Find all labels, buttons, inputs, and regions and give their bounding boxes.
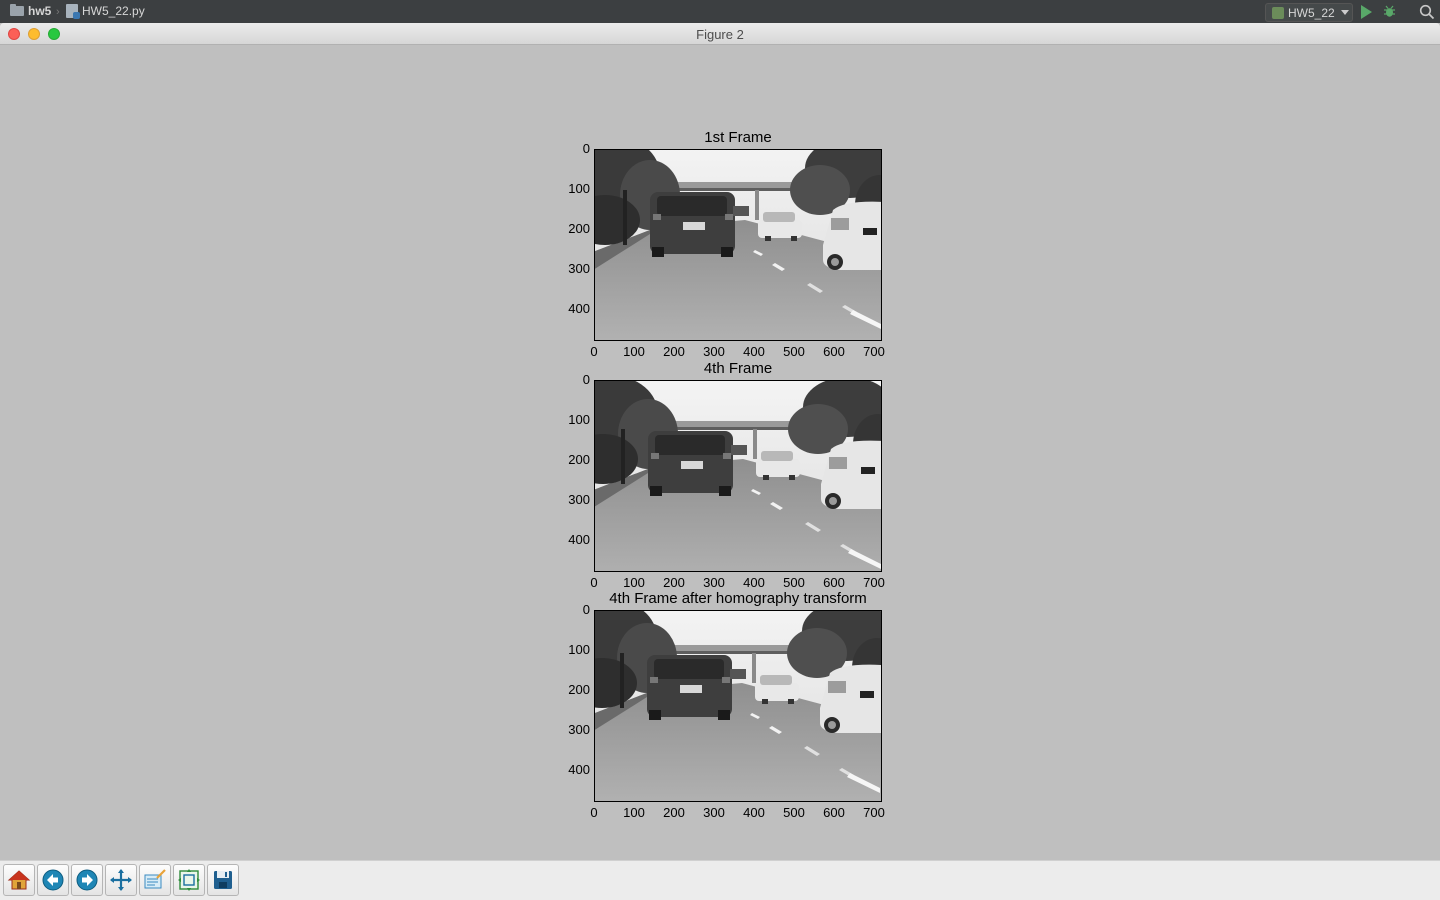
subplot-4th-frame: 4th Frame 0 100 200 300 400 0 100 200 300 400 500… <box>0 360 1440 590</box>
x-tick-label: 700 <box>863 575 885 590</box>
breadcrumb-project[interactable]: hw5 <box>10 4 51 18</box>
y-tick-label: 0 <box>582 372 590 387</box>
python-file-icon <box>66 4 80 19</box>
save-icon <box>214 871 232 889</box>
subplot-title: 1st Frame <box>704 129 772 146</box>
search-icon[interactable] <box>1419 4 1435 20</box>
configure-subplots-icon <box>178 869 200 891</box>
x-tick-label: 300 <box>703 575 725 590</box>
road-frame-image <box>595 381 881 571</box>
zoom-icon <box>144 869 166 889</box>
forward-button[interactable] <box>71 864 103 896</box>
project-name: hw5 <box>28 4 52 18</box>
x-tick-label: 0 <box>590 344 598 359</box>
x-tick-label: 600 <box>823 575 845 590</box>
x-tick-label: 100 <box>623 344 645 359</box>
subplot-title: 4th Frame <box>703 360 773 377</box>
x-tick-label: 500 <box>783 805 805 820</box>
run-config-label: HW5_22 <box>1288 5 1335 20</box>
x-tick-label: 500 <box>783 344 805 359</box>
home-button[interactable] <box>3 864 35 896</box>
image-axes[interactable] <box>594 149 882 341</box>
breadcrumb-file[interactable]: HW5_22.py <box>66 4 145 19</box>
window-title: Figure 2 <box>696 27 744 42</box>
y-tick-label: 400 <box>568 532 590 547</box>
pan-icon <box>110 869 132 891</box>
matplotlib-toolbar <box>0 860 1440 900</box>
y-tick-label: 0 <box>582 141 590 156</box>
subplot-1st-frame: 1st Frame 0 100 200 300 400 0 100 200 300 400 500… <box>0 129 1440 359</box>
folder-icon <box>10 4 24 16</box>
subplot-homography: 4th Frame after homography transform 0 10… <box>0 590 1440 820</box>
y-tick-label: 100 <box>568 181 590 196</box>
chevron-down-icon <box>1340 10 1349 15</box>
x-tick-label: 200 <box>663 344 685 359</box>
x-tick-label: 600 <box>823 344 845 359</box>
image-axes[interactable] <box>594 380 882 572</box>
save-button[interactable] <box>207 864 239 896</box>
x-tick-label: 0 <box>590 805 598 820</box>
back-icon <box>42 869 64 891</box>
x-tick-label: 300 <box>703 805 725 820</box>
x-tick-label: 0 <box>590 575 598 590</box>
y-tick-label: 300 <box>568 261 590 276</box>
figure-canvas[interactable]: 1st Frame 0 100 200 300 400 0 100 200 300 400 500… <box>0 45 1440 860</box>
home-icon <box>7 870 31 890</box>
ide-navigation-bar: hw5 › HW5_22.py HW5_22 <box>0 0 1440 24</box>
x-tick-label: 100 <box>623 575 645 590</box>
zoom-button[interactable] <box>139 864 171 896</box>
y-tick-label: 300 <box>568 722 590 737</box>
y-tick-label: 200 <box>568 452 590 467</box>
y-tick-label: 100 <box>568 412 590 427</box>
x-tick-label: 600 <box>823 805 845 820</box>
image-axes[interactable] <box>594 610 882 802</box>
debug-icon[interactable] <box>1383 5 1396 18</box>
subplot-title: 4th Frame after homography transform <box>609 590 867 607</box>
x-tick-label: 400 <box>743 575 765 590</box>
y-tick-label: 100 <box>568 642 590 657</box>
x-tick-label: 700 <box>863 344 885 359</box>
y-tick-label: 0 <box>582 602 590 617</box>
run-configuration-dropdown[interactable]: HW5_22 <box>1265 3 1353 22</box>
figure-window: Figure 2 1st Frame 0 100 200 300 400 0 100 200… <box>0 23 1440 900</box>
y-tick-label: 200 <box>568 682 590 697</box>
y-tick-label: 400 <box>568 762 590 777</box>
x-tick-label: 300 <box>703 344 725 359</box>
breadcrumb-separator: › <box>56 6 60 18</box>
window-titlebar[interactable]: Figure 2 <box>0 23 1440 45</box>
x-tick-label: 200 <box>663 575 685 590</box>
x-tick-label: 200 <box>663 805 685 820</box>
x-tick-label: 400 <box>743 805 765 820</box>
run-icon[interactable] <box>1361 5 1372 19</box>
road-frame-image <box>595 150 881 340</box>
x-tick-label: 100 <box>623 805 645 820</box>
y-tick-label: 200 <box>568 221 590 236</box>
forward-icon <box>76 869 98 891</box>
x-tick-label: 700 <box>863 805 885 820</box>
y-tick-label: 300 <box>568 492 590 507</box>
x-tick-label: 400 <box>743 344 765 359</box>
road-frame-image <box>595 611 881 801</box>
configure-subplots-button[interactable] <box>173 864 205 896</box>
y-tick-label: 400 <box>568 301 590 316</box>
pan-button[interactable] <box>105 864 137 896</box>
back-button[interactable] <box>37 864 69 896</box>
x-tick-label: 500 <box>783 575 805 590</box>
file-name: HW5_22.py <box>82 4 145 18</box>
python-config-icon <box>1272 6 1284 19</box>
